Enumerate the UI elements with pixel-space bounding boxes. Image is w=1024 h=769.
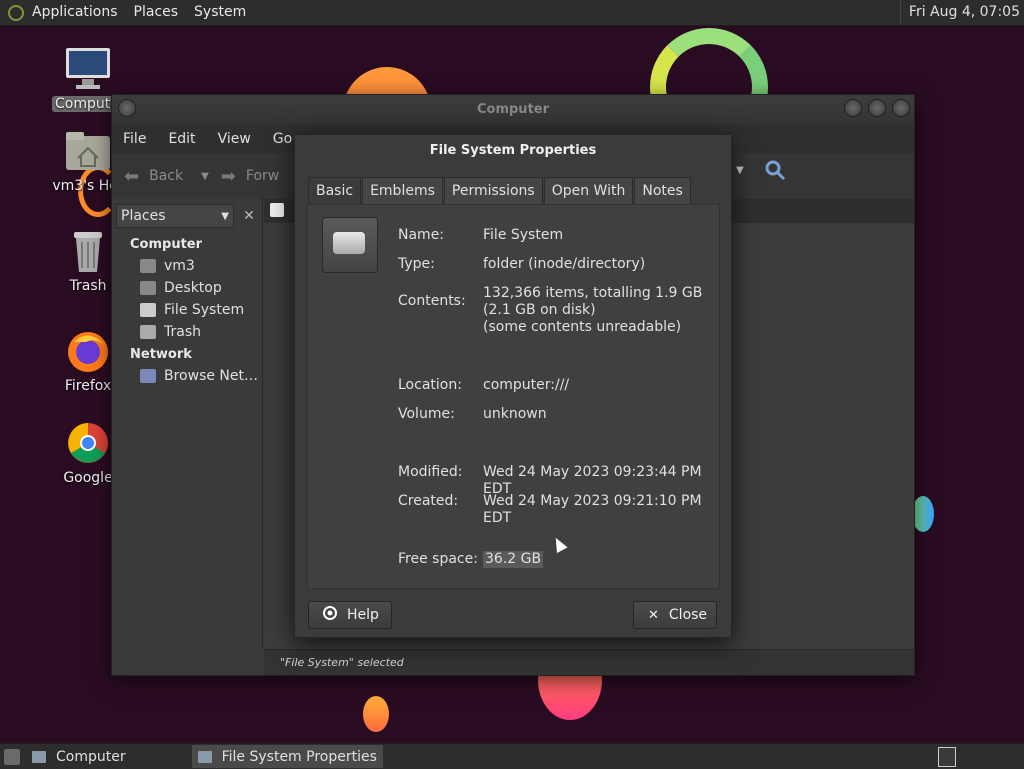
chrome-icon xyxy=(64,420,112,466)
close-button[interactable]: ✕ Close xyxy=(633,601,717,629)
volume-label: Volume: xyxy=(398,406,455,422)
window-titlebar[interactable]: Computer xyxy=(112,95,914,125)
location-value: computer:/// xyxy=(483,377,570,393)
clock[interactable]: Fri Aug 4, 07:05 xyxy=(899,0,1020,25)
top-panel: Applications Places System Fri Aug 4, 07… xyxy=(0,0,1024,26)
dropdown-arrow-icon[interactable]: ▼ xyxy=(736,165,744,176)
tab-permissions[interactable]: Permissions xyxy=(443,177,543,205)
contents-label: Contents: xyxy=(398,293,466,309)
applications-menu[interactable]: Applications xyxy=(24,0,126,25)
modified-label: Modified: xyxy=(398,464,463,480)
computer-icon xyxy=(32,750,46,763)
tab-emblems[interactable]: Emblems xyxy=(362,177,443,205)
volume-value: unknown xyxy=(483,406,547,422)
sidebar-item-vm3[interactable]: vm3 xyxy=(112,255,262,277)
file-menu[interactable]: File xyxy=(112,131,157,147)
free-space-value[interactable]: 36.2 GB xyxy=(483,551,544,568)
sidebar-item-browse-network[interactable]: Browse Net… xyxy=(112,365,262,387)
firefox-icon xyxy=(64,328,112,374)
sidebar-item-trash[interactable]: Trash xyxy=(112,321,262,343)
bottom-panel: Computer File System Properties xyxy=(0,743,1024,769)
contents-value: 132,366 items, totalling 1.9 GB (2.1 GB … xyxy=(483,285,703,335)
places-dropdown[interactable]: Places ▼ xyxy=(116,204,234,228)
trash-icon xyxy=(140,325,156,339)
sidebar-heading-computer: Computer xyxy=(130,237,203,252)
system-menu[interactable]: System xyxy=(186,0,254,25)
forward-button[interactable]: ➡ Forw xyxy=(221,166,279,187)
type-label: Type: xyxy=(398,256,435,272)
distro-logo-icon[interactable] xyxy=(8,4,24,21)
chevron-down-icon: ▼ xyxy=(221,210,229,222)
show-desktop-icon[interactable] xyxy=(4,748,20,765)
search-icon[interactable] xyxy=(764,159,786,185)
tab-open-with[interactable]: Open With xyxy=(543,177,634,205)
sidebar-item-desktop[interactable]: Desktop xyxy=(112,277,262,299)
computer-icon xyxy=(64,46,112,92)
dialog-title[interactable]: File System Properties xyxy=(295,135,731,167)
desktop-folder-icon xyxy=(140,281,156,295)
drive-icon[interactable] xyxy=(322,217,378,273)
location-label: Location: xyxy=(398,377,462,393)
name-value: File System xyxy=(483,227,564,243)
basic-tab-panel: Name: File System Type: folder (inode/di… xyxy=(307,204,720,589)
back-arrow-icon: ⬅ xyxy=(124,165,140,187)
places-menu[interactable]: Places xyxy=(126,0,187,25)
close-icon[interactable]: ✕ xyxy=(240,207,258,225)
sidebar: Places ▼ ✕ Computer vm3 Desktop File Sys… xyxy=(112,199,263,649)
taskbar-item-properties[interactable]: File System Properties xyxy=(191,745,383,768)
dropdown-arrow-icon[interactable]: ▼ xyxy=(201,171,209,182)
home-folder-icon xyxy=(140,259,156,273)
wallpaper-shape xyxy=(363,696,389,732)
created-value: Wed 24 May 2023 09:21:10 PM EDT xyxy=(483,493,702,526)
window-title: Computer xyxy=(476,102,550,117)
places-header: Places ▼ ✕ xyxy=(116,203,258,229)
wallpaper-shape xyxy=(912,496,934,532)
tab-notes[interactable]: Notes xyxy=(634,177,691,205)
maximize-button[interactable] xyxy=(868,99,886,117)
back-button[interactable]: ⬅ Back ▼ xyxy=(124,166,209,187)
workspace-switcher[interactable] xyxy=(938,747,956,767)
close-icon: ✕ xyxy=(648,607,659,623)
minimize-button[interactable] xyxy=(844,99,862,117)
name-label: Name: xyxy=(398,227,445,243)
desktop-icon-label: Firefox xyxy=(64,378,112,394)
tab-basic[interactable]: Basic xyxy=(308,177,362,205)
properties-icon xyxy=(197,750,212,763)
sidebar-item-file-system[interactable]: File System xyxy=(112,299,262,321)
home-folder-icon xyxy=(64,128,112,174)
sidebar-heading-network: Network xyxy=(130,347,192,362)
desktop-icon-label: Trash xyxy=(69,278,107,294)
type-value: folder (inode/directory) xyxy=(483,256,646,272)
tab-bar: Basic Emblems Permissions Open With Note… xyxy=(308,177,692,205)
view-menu[interactable]: View xyxy=(207,131,262,147)
network-icon xyxy=(140,369,156,383)
properties-dialog: File System Properties Basic Emblems Per… xyxy=(294,134,732,638)
trash-icon xyxy=(64,228,112,274)
desktop-icon-label: Google xyxy=(63,470,113,486)
forward-arrow-icon: ➡ xyxy=(220,165,236,187)
drive-icon xyxy=(140,303,156,317)
edit-location-icon[interactable] xyxy=(270,203,284,217)
status-bar: "File System" selected xyxy=(264,649,914,675)
created-label: Created: xyxy=(398,493,459,509)
help-button[interactable]: Help xyxy=(308,601,392,629)
taskbar-item-computer[interactable]: Computer xyxy=(26,745,132,768)
close-window-button[interactable] xyxy=(892,99,910,117)
edit-menu[interactable]: Edit xyxy=(157,131,206,147)
free-space-label: Free space: xyxy=(398,551,478,567)
help-icon xyxy=(323,606,337,624)
